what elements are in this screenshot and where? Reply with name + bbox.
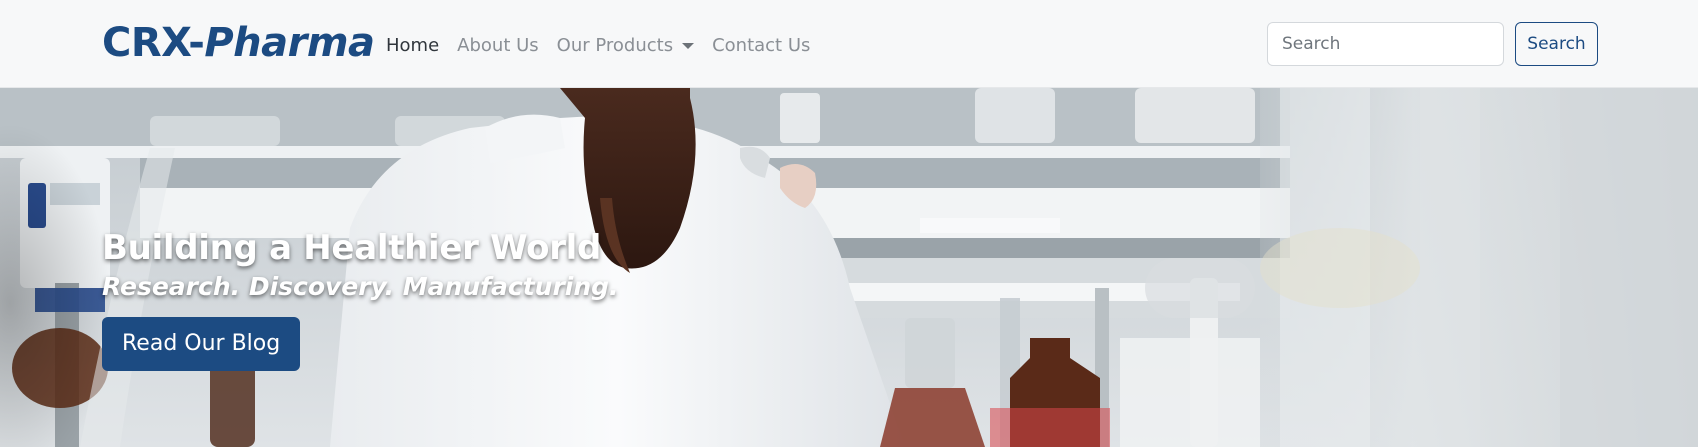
nav-dropdown-label: Our Products [556, 34, 674, 56]
hero-subtitle: Research. Discovery. Manufacturing. [102, 272, 619, 301]
nav-link-about-us[interactable]: About Us [448, 35, 548, 56]
nav-dropdown-our-products[interactable]: Our Products [548, 35, 703, 56]
brand-logo[interactable]: CRX- Pharma [102, 20, 375, 68]
hero-title: Building a Healthier World [102, 228, 602, 268]
nav-link-home[interactable]: Home [386, 35, 448, 56]
brand-name-prefix: CRX- [102, 20, 205, 66]
hero-content: Building a Healthier World Research. Dis… [102, 228, 619, 371]
search-button[interactable]: Search [1515, 22, 1598, 66]
caret-down-icon [682, 42, 695, 49]
navbar: CRX- Pharma Home About Us Our Products Co… [0, 0, 1698, 88]
brand-name-suffix: Pharma [204, 20, 375, 66]
main-nav: Home About Us Our Products Contact Us [386, 30, 819, 60]
hero-banner: Building a Healthier World Research. Dis… [0, 88, 1698, 447]
nav-link-contact-us[interactable]: Contact Us [703, 35, 819, 56]
read-our-blog-button[interactable]: Read Our Blog [102, 317, 301, 371]
search-input[interactable] [1267, 22, 1504, 66]
